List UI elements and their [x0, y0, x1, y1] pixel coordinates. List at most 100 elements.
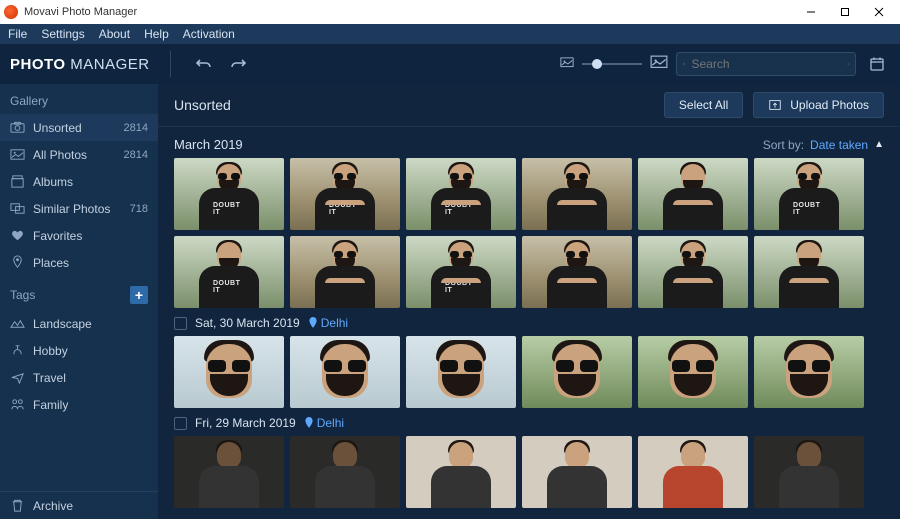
sidebar-item-albums[interactable]: Albums — [0, 168, 158, 195]
sidebar-item-label: Places — [33, 256, 69, 270]
select-all-button[interactable]: Select All — [664, 92, 743, 118]
sidebar-item-count: 718 — [130, 203, 148, 215]
upload-photos-button[interactable]: Upload Photos — [753, 92, 884, 118]
photo-grid — [174, 336, 884, 408]
group-checkbox[interactable] — [174, 417, 187, 430]
group-place[interactable]: Delhi — [304, 416, 344, 430]
tag-travel[interactable]: Travel — [0, 364, 158, 391]
sort-direction-icon[interactable]: ▲ — [874, 139, 884, 150]
sidebar: Gallery Unsorted 2814 All Photos 2814 Al… — [0, 84, 158, 519]
search-box[interactable] — [676, 52, 856, 76]
photo-thumb[interactable] — [754, 436, 864, 508]
month-header: March 2019 — [174, 137, 243, 152]
window-maximize-button[interactable] — [828, 1, 862, 23]
photo-thumb[interactable]: DOUBT IT — [754, 158, 864, 230]
sidebar-item-archive[interactable]: Archive — [0, 491, 158, 519]
sort-by[interactable]: Sort by: Date taken ▲ — [763, 138, 884, 152]
tag-landscape[interactable]: Landscape — [0, 310, 158, 337]
photos-icon — [10, 147, 25, 162]
photo-grid: DOUBT IT DOUBT IT DOUBT IT DOUBT IT DOUB… — [174, 158, 884, 308]
sidebar-section-gallery: Gallery — [0, 84, 158, 114]
photo-thumb[interactable] — [522, 236, 632, 308]
menu-file[interactable]: File — [8, 27, 27, 41]
group-checkbox[interactable] — [174, 317, 187, 330]
menu-about[interactable]: About — [99, 27, 130, 41]
search-input[interactable] — [692, 57, 847, 71]
menubar: File Settings About Help Activation — [0, 24, 900, 44]
upload-icon — [768, 98, 782, 112]
date-group-header[interactable]: Sat, 30 March 2019 Delhi — [174, 308, 884, 336]
undo-button[interactable] — [191, 51, 217, 77]
sidebar-item-count: 2814 — [124, 122, 148, 134]
date-group-header[interactable]: Fri, 29 March 2019 Delhi — [174, 408, 884, 436]
thumbnail-zoom[interactable] — [560, 55, 668, 73]
sidebar-item-similar[interactable]: Similar Photos 718 — [0, 195, 158, 222]
tag-label: Landscape — [33, 317, 92, 331]
similar-icon — [10, 201, 25, 216]
menu-settings[interactable]: Settings — [41, 27, 84, 41]
photo-thumb[interactable] — [406, 436, 516, 508]
window-close-button[interactable] — [862, 1, 896, 23]
photo-thumb[interactable] — [522, 436, 632, 508]
photo-thumb[interactable] — [174, 436, 284, 508]
sidebar-item-label: Unsorted — [33, 121, 82, 135]
photo-thumb[interactable]: DOUBT IT — [174, 236, 284, 308]
clear-icon[interactable] — [847, 58, 850, 70]
tag-label: Family — [33, 398, 68, 412]
photo-thumb[interactable] — [290, 436, 400, 508]
group-place[interactable]: Delhi — [308, 316, 348, 330]
photo-thumb[interactable] — [638, 158, 748, 230]
hobby-icon — [10, 343, 25, 358]
calendar-button[interactable] — [864, 51, 890, 77]
group-date: Sat, 30 March 2019 — [195, 316, 300, 330]
tag-label: Hobby — [33, 344, 68, 358]
sidebar-item-label: Similar Photos — [33, 202, 110, 216]
add-tag-button[interactable]: + — [130, 286, 148, 304]
photo-thumb[interactable] — [406, 336, 516, 408]
travel-icon — [10, 370, 25, 385]
photo-thumb[interactable] — [638, 436, 748, 508]
menu-help[interactable]: Help — [144, 27, 169, 41]
heart-icon — [10, 228, 25, 243]
menu-activation[interactable]: Activation — [183, 27, 235, 41]
photo-thumb[interactable]: DOUBT IT — [406, 236, 516, 308]
tag-hobby[interactable]: Hobby — [0, 337, 158, 364]
group-date: Fri, 29 March 2019 — [195, 416, 296, 430]
photo-thumb[interactable] — [522, 336, 632, 408]
app-logo-icon — [4, 5, 18, 19]
photo-grid — [174, 436, 884, 508]
brand: PHOTO MANAGER — [10, 56, 150, 73]
sidebar-item-all-photos[interactable]: All Photos 2814 — [0, 141, 158, 168]
tag-label: Travel — [33, 371, 66, 385]
zoom-large-icon — [650, 55, 668, 73]
photo-thumb[interactable] — [754, 236, 864, 308]
redo-button[interactable] — [225, 51, 251, 77]
photo-thumb[interactable] — [638, 236, 748, 308]
photo-thumb[interactable]: DOUBT IT — [174, 158, 284, 230]
photo-thumb[interactable] — [290, 236, 400, 308]
sidebar-item-unsorted[interactable]: Unsorted 2814 — [0, 114, 158, 141]
sidebar-item-favorites[interactable]: Favorites — [0, 222, 158, 249]
albums-icon — [10, 174, 25, 189]
pin-icon — [308, 317, 318, 329]
family-icon — [10, 397, 25, 412]
window-minimize-button[interactable] — [794, 1, 828, 23]
divider — [170, 51, 171, 77]
sidebar-item-places[interactable]: Places — [0, 249, 158, 276]
zoom-slider[interactable] — [582, 63, 642, 65]
photo-thumb[interactable] — [754, 336, 864, 408]
tag-family[interactable]: Family — [0, 391, 158, 418]
sidebar-item-label: All Photos — [33, 148, 87, 162]
sidebar-item-label: Albums — [33, 175, 73, 189]
page-title: Unsorted — [174, 97, 231, 113]
pin-icon — [10, 255, 25, 270]
photo-thumb[interactable]: DOUBT IT — [406, 158, 516, 230]
sidebar-item-label: Archive — [33, 499, 73, 513]
photo-thumb[interactable]: DOUBT IT — [290, 158, 400, 230]
photo-thumb[interactable] — [174, 336, 284, 408]
photo-thumb[interactable] — [522, 158, 632, 230]
photo-thumb[interactable] — [638, 336, 748, 408]
trash-icon — [10, 498, 25, 513]
sidebar-item-count: 2814 — [124, 149, 148, 161]
photo-thumb[interactable] — [290, 336, 400, 408]
